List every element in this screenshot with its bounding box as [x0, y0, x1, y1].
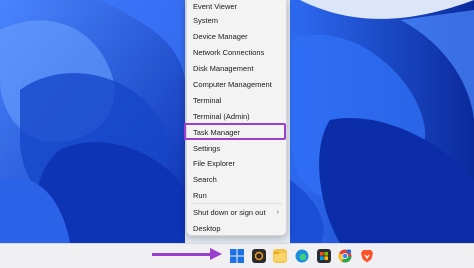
store-icon[interactable]: [317, 249, 331, 263]
menu-item-settings[interactable]: Settings: [187, 142, 286, 156]
annotation-arrow-icon: [210, 248, 222, 260]
menu-item-device-manager[interactable]: Device Manager: [187, 30, 286, 44]
menu-item-file-explorer[interactable]: File Explorer: [187, 157, 286, 171]
edge-icon[interactable]: [295, 249, 309, 263]
menu-item-search[interactable]: Search: [187, 173, 286, 187]
menu-item-system[interactable]: System: [187, 14, 286, 28]
annotation-arrow-shaft: [152, 253, 212, 256]
menu-item-network-connections[interactable]: Network Connections: [187, 46, 286, 60]
chevron-right-icon: ›: [276, 209, 279, 216]
menu-item-desktop[interactable]: Desktop: [187, 222, 286, 236]
brave-icon[interactable]: [360, 249, 374, 263]
windows-start-icon[interactable]: [230, 249, 244, 263]
menu-item-shut-down-label: Shut down or sign out: [193, 208, 266, 217]
menu-item-event-viewer[interactable]: Event Viewer: [187, 0, 286, 14]
menu-item-run[interactable]: Run: [187, 189, 286, 203]
chrome-icon[interactable]: [338, 249, 352, 263]
app-icon[interactable]: [252, 249, 266, 263]
menu-item-task-manager[interactable]: Task Manager: [187, 126, 286, 140]
file-explorer-icon[interactable]: [273, 249, 287, 263]
quick-link-menu: Event Viewer System Device Manager Netwo…: [186, 0, 287, 236]
taskbar: [0, 243, 474, 268]
menu-item-terminal[interactable]: Terminal: [187, 94, 286, 108]
menu-item-terminal-admin[interactable]: Terminal (Admin): [187, 110, 286, 124]
menu-item-computer-management[interactable]: Computer Management: [187, 78, 286, 92]
menu-divider: [191, 203, 282, 204]
menu-item-shut-down[interactable]: Shut down or sign out ›: [187, 206, 286, 220]
menu-item-disk-management[interactable]: Disk Management: [187, 62, 286, 76]
